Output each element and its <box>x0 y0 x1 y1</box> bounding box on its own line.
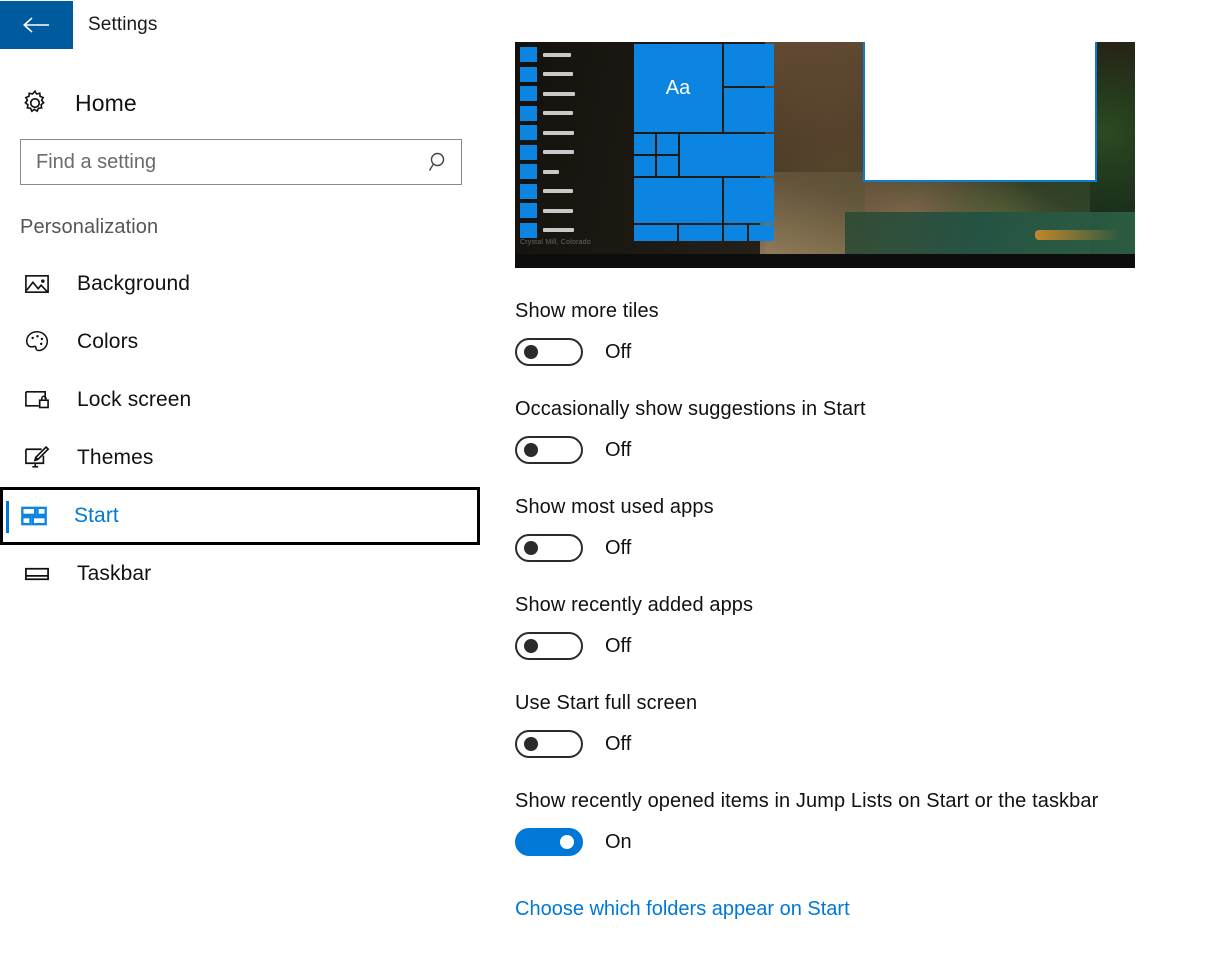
sidebar-item-label: Themes <box>77 446 154 469</box>
monitor-brush-icon <box>23 444 61 472</box>
preview-app-list-item <box>520 84 582 104</box>
toggle-row: Off <box>515 632 1175 660</box>
toggle-state-label: On <box>605 830 632 853</box>
sidebar-item-lock-screen[interactable]: Lock screen <box>0 371 500 429</box>
nav-list: Background Colors Lock screen Themes Sta… <box>0 255 500 603</box>
wallpaper-accent-region <box>1035 230 1121 240</box>
setting-label: Show more tiles <box>515 300 659 322</box>
content-pane: Crystal Mill, Colorado Aa Show more tile… <box>515 42 1175 921</box>
preview-tile <box>657 134 678 154</box>
preview-app-list-item <box>520 65 582 85</box>
setting-show-most-used-apps: Show most used apps Off <box>515 494 1175 562</box>
toggle-row: On <box>515 828 1175 856</box>
setting-label: Show recently opened items in Jump Lists… <box>515 790 1099 812</box>
preview-tile-text: Aa <box>665 76 691 99</box>
sidebar-item-label: Taskbar <box>77 562 152 585</box>
back-button[interactable] <box>0 0 73 49</box>
preview-app-list-item <box>520 104 582 124</box>
choose-folders-link[interactable]: Choose which folders appear on Start <box>515 898 850 921</box>
preview-app-list-item <box>520 123 582 143</box>
preview-taskbar-strip <box>515 254 1135 268</box>
toggle-jump-lists[interactable] <box>515 828 583 856</box>
toggle-state-label: Off <box>605 340 632 363</box>
preview-tile <box>634 178 722 223</box>
preview-tile <box>724 225 747 241</box>
navigation-pane: Home Personalization <box>0 49 500 975</box>
toggle-state-label: Off <box>605 732 632 755</box>
sidebar-item-themes[interactable]: Themes <box>0 429 500 487</box>
toggle-show-more-tiles[interactable] <box>515 338 583 366</box>
preview-tile <box>679 225 722 241</box>
preview-app-list-item <box>520 143 582 163</box>
preview-tile <box>634 225 677 241</box>
app-title: Settings <box>88 13 158 35</box>
setting-label: Occasionally show suggestions in Start <box>515 398 866 420</box>
preview-tile <box>634 156 655 176</box>
search-input[interactable] <box>21 141 417 183</box>
setting-jump-lists: Show recently opened items in Jump Lists… <box>515 788 1175 856</box>
setting-label: Use Start full screen <box>515 692 698 714</box>
preview-app-list-item <box>520 162 582 182</box>
toggle-row: Off <box>515 338 1175 366</box>
preview-tile <box>634 134 655 154</box>
preview-app-list-item <box>520 201 582 221</box>
preview-tile-grid: Aa <box>634 44 774 256</box>
toggle-show-suggestions[interactable] <box>515 436 583 464</box>
preview-app-list-item <box>520 221 582 241</box>
section-label: Personalization <box>20 216 159 238</box>
preview-tile <box>724 178 774 223</box>
setting-show-suggestions: Occasionally show suggestions in Start O… <box>515 396 1175 464</box>
monitor-lock-icon <box>23 386 61 414</box>
preview-window-overlay <box>863 42 1097 182</box>
nav-home-label: Home <box>75 89 137 116</box>
preview-app-list <box>520 45 582 240</box>
palette-icon <box>23 328 61 356</box>
preview-tile <box>657 156 678 176</box>
sidebar-item-label: Lock screen <box>77 388 192 411</box>
setting-label: Show most used apps <box>515 496 714 518</box>
settings-window: Settings Home Find a setting Personaliza… <box>0 0 1216 975</box>
toggle-show-most-used-apps[interactable] <box>515 534 583 562</box>
sidebar-item-start[interactable]: Start <box>0 487 480 545</box>
setting-label: Show recently added apps <box>515 594 754 616</box>
start-menu-preview: Crystal Mill, Colorado Aa <box>515 42 1135 268</box>
preview-tile <box>724 44 774 86</box>
sidebar-item-colors[interactable]: Colors <box>0 313 500 371</box>
sidebar-item-taskbar[interactable]: Taskbar <box>0 545 500 603</box>
preview-tile <box>680 134 774 176</box>
search-box[interactable] <box>20 139 462 185</box>
preview-tile <box>749 225 774 241</box>
sidebar-item-label: Start <box>74 504 119 527</box>
start-tiles-icon <box>20 502 58 530</box>
toggle-row: Off <box>515 436 1175 464</box>
preview-app-list-item <box>520 182 582 202</box>
toggle-state-label: Off <box>605 634 632 657</box>
sidebar-item-label: Background <box>77 272 191 295</box>
toggle-state-label: Off <box>605 438 632 461</box>
sidebar-item-background[interactable]: Background <box>0 255 500 313</box>
setting-show-recently-added-apps: Show recently added apps Off <box>515 592 1175 660</box>
picture-icon <box>23 270 61 298</box>
sidebar-item-label: Colors <box>77 330 139 353</box>
toggle-show-recently-added-apps[interactable] <box>515 632 583 660</box>
nav-item-home[interactable]: Home <box>0 80 500 126</box>
taskbar-icon <box>23 560 61 588</box>
preview-app-list-item <box>520 45 582 65</box>
toggle-use-start-full-screen[interactable] <box>515 730 583 758</box>
toggle-row: Off <box>515 730 1175 758</box>
wallpaper-caption: Crystal Mill, Colorado <box>520 239 591 246</box>
toggle-state-label: Off <box>605 536 632 559</box>
preview-tile-large: Aa <box>634 44 722 132</box>
setting-use-start-full-screen: Use Start full screen Off <box>515 690 1175 758</box>
search-icon[interactable] <box>417 150 461 174</box>
arrow-left-icon <box>22 16 49 33</box>
setting-show-more-tiles: Show more tiles Off <box>515 298 1175 366</box>
toggle-row: Off <box>515 534 1175 562</box>
gear-icon <box>20 88 60 118</box>
preview-tile <box>724 88 774 132</box>
